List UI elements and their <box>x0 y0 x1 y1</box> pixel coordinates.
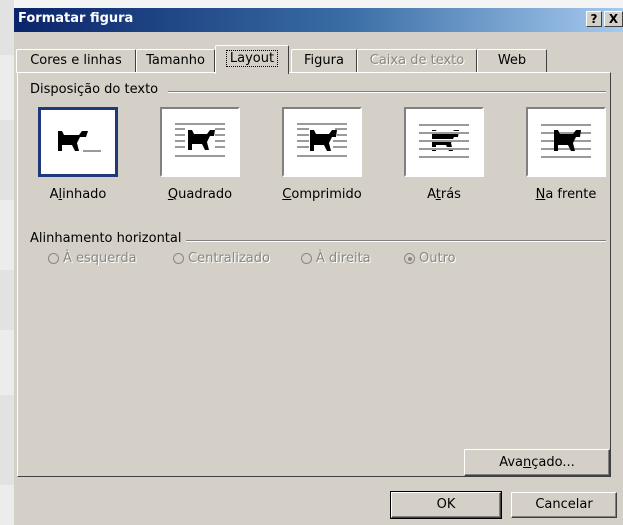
wrap-square-label: Quadrado <box>167 187 233 202</box>
in-front-icon <box>541 124 591 158</box>
wrap-behind-text-button[interactable] <box>404 107 484 177</box>
radio-circle <box>173 253 184 264</box>
wrap-tight-label: Comprimido <box>282 187 362 202</box>
group-divider <box>168 91 606 93</box>
align-center-radio[interactable]: Centralizado <box>173 251 270 266</box>
align-right-radio[interactable]: À direita <box>301 251 371 266</box>
radio-circle <box>48 253 59 264</box>
behind-text-icon <box>419 124 469 158</box>
tab-layout[interactable]: Layout <box>215 45 289 74</box>
dialog-title: Formatar figura <box>18 11 134 26</box>
horizontal-alignment-label: Alinhamento horizontal <box>30 231 186 246</box>
ok-button[interactable]: OK <box>390 491 502 519</box>
wrap-in-line-button[interactable] <box>38 107 118 177</box>
text-wrapping-label: Disposição do texto <box>30 82 163 97</box>
tab-strip: Cores e linhas Tamanho Layout Figura Cai… <box>16 45 623 74</box>
wrap-square-button[interactable] <box>160 107 240 177</box>
wrap-in-line-label: Alinhado <box>49 187 107 202</box>
wrap-in-front-button[interactable] <box>526 107 606 177</box>
align-other-radio[interactable]: Outro <box>404 251 456 266</box>
wrap-behind-text-label: Atrás <box>427 187 461 202</box>
close-button[interactable]: X <box>604 11 623 27</box>
format-picture-dialog: Formatar figura ? X Cores e linhas Taman… <box>14 8 623 525</box>
radio-circle <box>301 253 312 264</box>
background-window-edge <box>0 0 14 525</box>
layout-panel: Disposição do texto Alinhado Quadrado Co… <box>17 72 611 477</box>
radio-circle <box>404 253 415 264</box>
help-button[interactable]: ? <box>586 11 602 27</box>
wrap-tight-button[interactable] <box>282 107 362 177</box>
group-divider <box>186 240 606 242</box>
in-line-icon <box>58 131 101 152</box>
tab-size[interactable]: Tamanho <box>136 49 215 73</box>
tight-icon <box>297 123 347 157</box>
title-bar[interactable]: Formatar figura ? X <box>14 8 623 32</box>
tab-picture[interactable]: Figura <box>291 49 357 73</box>
tab-text-box[interactable]: Caixa de texto <box>357 49 477 73</box>
advanced-button[interactable]: Avançado... <box>464 449 610 476</box>
tab-colors-and-lines[interactable]: Cores e linhas <box>16 49 136 73</box>
cancel-button[interactable]: Cancelar <box>511 492 617 518</box>
tab-web[interactable]: Web <box>477 49 547 73</box>
square-icon <box>175 123 225 157</box>
wrap-in-front-label: Na frente <box>535 187 597 202</box>
align-left-radio[interactable]: À esquerda <box>48 251 137 266</box>
